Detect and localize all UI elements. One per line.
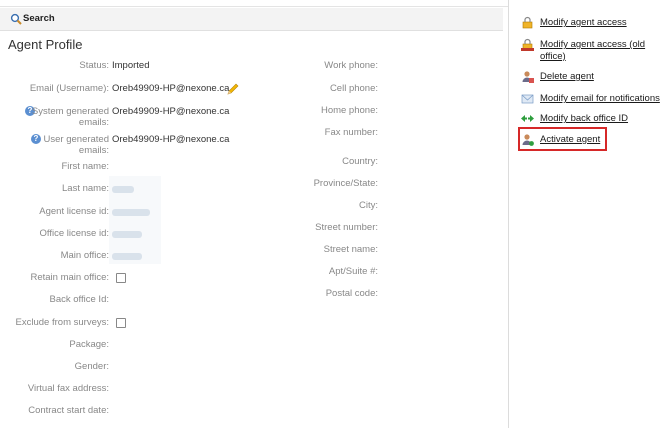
page-title: Agent Profile bbox=[8, 37, 83, 52]
modify-agent-access-old-link[interactable]: Modify agent access (old office) bbox=[540, 39, 665, 63]
email-label: Email (Username): bbox=[29, 83, 109, 94]
retain-main-office-label: Retain main office: bbox=[30, 272, 109, 283]
province-state-label: Province/State: bbox=[313, 178, 378, 189]
city-label: City: bbox=[359, 200, 378, 211]
back-office-id-label: Back office Id: bbox=[49, 294, 110, 305]
contract-start-label: Contract start date: bbox=[28, 405, 109, 416]
delete-agent-link[interactable]: Delete agent bbox=[540, 71, 594, 82]
actions-panel: Modify agent access Modify agent access … bbox=[508, 0, 670, 428]
street-number-label: Street number: bbox=[315, 222, 378, 233]
redacted-last-name bbox=[112, 186, 134, 193]
redacted-main-office bbox=[112, 253, 142, 260]
user-emails-label: User generated emails: bbox=[43, 134, 109, 156]
apt-suite-label: Apt/Suite #: bbox=[328, 266, 378, 277]
email-value: Oreb49909-HP@nexone.ca bbox=[112, 83, 230, 94]
main-office-label: Main office: bbox=[60, 250, 109, 261]
work-phone-label: Work phone: bbox=[324, 60, 378, 71]
system-emails-value: Oreb49909-HP@nexone.ca bbox=[112, 106, 230, 117]
exclude-surveys-label: Exclude from surveys: bbox=[15, 317, 109, 328]
virtual-fax-label: Virtual fax address: bbox=[27, 383, 109, 394]
envelope-icon bbox=[521, 94, 534, 104]
status-label: Status: bbox=[79, 60, 109, 71]
search-label[interactable]: Search bbox=[23, 13, 55, 24]
arrows-icon bbox=[521, 115, 534, 122]
first-name-label: First name: bbox=[61, 161, 109, 172]
user-emails-value: Oreb49909-HP@nexone.ca bbox=[112, 134, 230, 145]
postal-code-label: Postal code: bbox=[325, 288, 378, 299]
search-icon bbox=[10, 13, 22, 25]
street-name-label: Street name: bbox=[323, 244, 378, 255]
home-phone-label: Home phone: bbox=[320, 105, 378, 116]
country-label: Country: bbox=[342, 156, 378, 167]
status-value: Imported bbox=[112, 60, 150, 71]
modify-back-office-id-link[interactable]: Modify back office ID bbox=[540, 113, 628, 124]
gender-label: Gender: bbox=[74, 361, 109, 372]
edit-email-pencil-icon[interactable] bbox=[226, 82, 240, 96]
exclude-surveys-checkbox[interactable] bbox=[116, 318, 126, 328]
activate-agent-highlight bbox=[518, 127, 607, 151]
user-delete-icon bbox=[522, 71, 534, 83]
lock-icon bbox=[522, 16, 533, 29]
cell-phone-label: Cell phone: bbox=[329, 83, 378, 94]
last-name-label: Last name: bbox=[62, 183, 109, 194]
redacted-office-license bbox=[112, 231, 142, 238]
package-label: Package: bbox=[69, 339, 109, 350]
fax-number-label: Fax number: bbox=[324, 127, 378, 138]
redacted-agent-license bbox=[112, 209, 150, 216]
retain-main-office-checkbox[interactable] bbox=[116, 273, 126, 283]
office-license-label: Office license id: bbox=[39, 228, 109, 239]
lock-old-icon bbox=[521, 38, 534, 51]
agent-license-label: Agent license id: bbox=[39, 206, 109, 217]
modify-agent-access-link[interactable]: Modify agent access bbox=[540, 17, 627, 28]
system-emails-label: System generated emails: bbox=[31, 106, 109, 128]
search-bar[interactable]: Search bbox=[0, 8, 503, 31]
modify-email-notifications-link[interactable]: Modify email for notifications bbox=[540, 93, 660, 104]
